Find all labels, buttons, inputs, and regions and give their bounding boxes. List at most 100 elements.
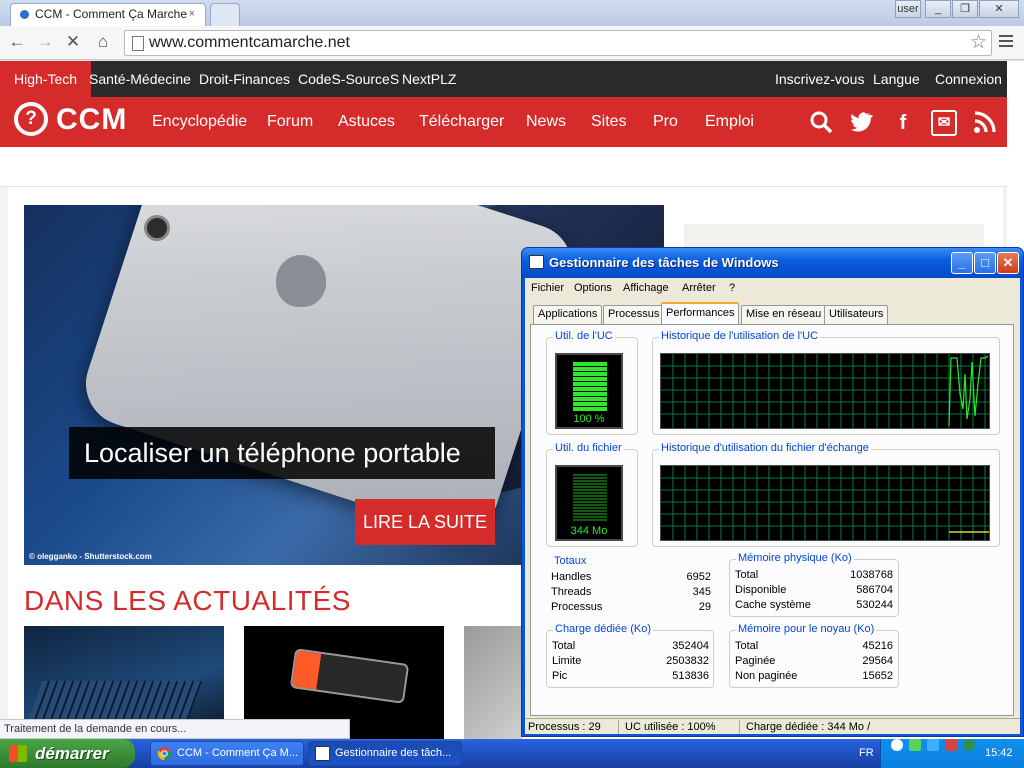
security-tray-icon[interactable]	[945, 739, 957, 751]
home-icon[interactable]: ⌂	[92, 31, 114, 53]
cpu-usage-label: Util. de l'UC	[553, 330, 615, 342]
nav-codes-sources[interactable]: CodeS-SourceS	[298, 61, 399, 97]
kernel-memory-title: Mémoire pour le noyau (Ko)	[736, 623, 877, 635]
rss-icon[interactable]	[972, 110, 998, 136]
email-icon[interactable]: ✉	[931, 110, 957, 136]
nav-emploi[interactable]: Emploi	[705, 97, 754, 147]
loading-status-bubble: Traitement de la demande en cours...	[0, 719, 350, 739]
commit-charge-title: Charge dédiée (Ko)	[553, 623, 654, 635]
app-tray-icon[interactable]	[963, 739, 975, 751]
twitter-icon[interactable]	[849, 110, 875, 136]
taskbar-item-chrome-label: CCM - Comment Ça M...	[177, 747, 299, 759]
search-icon[interactable]	[808, 110, 834, 136]
read-more-button[interactable]: LIRE LA SUITE	[355, 499, 495, 545]
kernel-row-paginee: Paginée 29564	[735, 655, 893, 667]
pagefile-usage-value: 344 Mo	[570, 525, 608, 537]
close-browser-button[interactable]: ✕	[979, 0, 1019, 18]
windows-taskbar: démarrer CCM - Comment Ça M... Gestionna…	[0, 739, 1024, 768]
start-button[interactable]: démarrer	[0, 739, 135, 768]
nav-forum[interactable]: Forum	[267, 97, 313, 147]
hero-phone-camera	[144, 215, 170, 241]
menu-fichier[interactable]: Fichier	[531, 279, 564, 297]
nav-high-tech[interactable]: High-Tech	[0, 61, 92, 97]
pagefile-usage-label: Util. du fichier	[553, 442, 624, 454]
restore-button[interactable]: ❐	[952, 0, 978, 18]
stop-loading-icon[interactable]: ✕	[62, 31, 84, 53]
cpu-usage-meter: 100 %	[555, 353, 623, 429]
nav-droit-finances[interactable]: Droit-Finances	[199, 61, 290, 97]
nav-encyclopedie[interactable]: Encyclopédie	[152, 97, 247, 147]
ccm-top-bar: High-Tech Santé-Médecine Droit-Finances …	[0, 61, 1007, 97]
minimize-button[interactable]: _	[925, 0, 951, 18]
tm-minimize-button[interactable]: _	[951, 252, 973, 274]
tab-close-icon[interactable]: ×	[189, 4, 195, 25]
tm-maximize-button[interactable]: □	[974, 252, 996, 274]
task-manager-icon	[529, 255, 544, 269]
nav-telecharger[interactable]: Télécharger	[419, 97, 504, 147]
physical-memory-title: Mémoire physique (Ko)	[736, 552, 854, 564]
taskbar-item-chrome[interactable]: CCM - Comment Ça M...	[150, 741, 304, 766]
tab-processus[interactable]: Processus	[603, 305, 665, 324]
back-tray-icon[interactable]	[891, 739, 903, 751]
totals-title: Totaux	[552, 555, 589, 567]
language-link[interactable]: Langue	[873, 61, 920, 97]
cpu-usage-value: 100 %	[573, 413, 605, 425]
hero-title[interactable]: Localiser un téléphone portable	[69, 427, 495, 479]
news-thumbnail-device[interactable]	[464, 626, 522, 739]
menu-arreter[interactable]: Arrêter	[682, 279, 716, 297]
status-processes: Processus : 29	[528, 721, 601, 733]
network-tray-icon[interactable]	[909, 739, 921, 751]
kernel-memory-group: Mémoire pour le noyau (Ko) Total 45216 Pa…	[729, 623, 899, 688]
totals-group: Totaux Handles 6952 Threads 345 Processus 2…	[546, 555, 714, 617]
task-manager-title: Gestionnaire des tâches de Windows	[549, 255, 779, 270]
kernel-row-non-paginee: Non paginée 15652	[735, 670, 893, 682]
address-bar[interactable]: ☆	[124, 30, 992, 56]
physical-memory-group: Mémoire physique (Ko) Total 1038768 Dispo…	[729, 552, 899, 617]
tm-close-button[interactable]: ✕	[997, 252, 1019, 274]
task-manager-statusbar: Processus : 29 UC utilisée : 100% Charge…	[525, 718, 1020, 734]
back-arrow-icon[interactable]: ←	[6, 31, 28, 53]
new-tab-button[interactable]	[210, 3, 240, 26]
nav-sante-medecine[interactable]: Santé-Médecine	[89, 61, 191, 97]
windows-logo-icon	[9, 745, 27, 762]
pagefile-usage-meter: 344 Mo	[555, 465, 623, 541]
nav-astuces[interactable]: Astuces	[338, 97, 395, 147]
totals-row-processus: Processus 29	[551, 601, 711, 613]
totals-row-threads: Threads 345	[551, 586, 711, 598]
menu-options[interactable]: Options	[574, 279, 612, 297]
browser-menu-icon[interactable]	[996, 32, 1016, 52]
tab-applications[interactable]: Applications	[533, 305, 603, 324]
ad-strip	[0, 147, 1007, 187]
physical-row-disponible: Disponible 586704	[735, 584, 893, 596]
pagefile-history-label: Historique d'utilisation du fichier d'éc…	[659, 442, 871, 454]
pagefile-history-group: Historique d'utilisation du fichier d'éc…	[652, 442, 1000, 547]
login-link[interactable]: Connexion	[935, 61, 1002, 97]
tab-utilisateurs[interactable]: Utilisateurs	[824, 305, 889, 324]
nav-news[interactable]: News	[526, 97, 566, 147]
task-manager-titlebar[interactable]: Gestionnaire des tâches de Windows _ □ ✕	[522, 248, 1023, 278]
user-profile-icon[interactable]: user	[895, 0, 921, 18]
facebook-icon[interactable]: f	[890, 110, 916, 136]
menu-help[interactable]: ?	[729, 279, 735, 297]
tab-mise-en-reseau[interactable]: Mise en réseau	[741, 305, 827, 324]
signup-link[interactable]: Inscrivez-vous	[775, 61, 864, 97]
menu-affichage[interactable]: Affichage	[623, 279, 669, 297]
cpu-history-label: Historique de l'utilisation de l'UC	[659, 330, 821, 342]
url-input[interactable]	[149, 32, 969, 54]
browser-tab-ccm[interactable]: CCM - Comment Ça Marche ×	[10, 3, 206, 26]
nav-sites[interactable]: Sites	[591, 97, 627, 147]
tab-performances[interactable]: Performances	[661, 302, 740, 325]
forward-arrow-icon[interactable]: →	[34, 31, 56, 53]
task-manager-window: Gestionnaire des tâches de Windows _ □ ✕…	[521, 247, 1024, 737]
cpu-history-graph	[660, 353, 990, 429]
taskbar-item-task-manager[interactable]: Gestionnaire des tâch...	[308, 741, 462, 766]
nav-nextplz[interactable]: NextPLZ	[402, 61, 456, 97]
commit-row-pic: Pic 513836	[552, 670, 709, 682]
browser-tabstrip: CCM - Comment Ça Marche × user _ ❐ ✕	[0, 0, 1024, 26]
screen: CCM - Comment Ça Marche × user _ ❐ ✕ ← →…	[0, 0, 1024, 768]
wifi-tray-icon[interactable]	[927, 739, 939, 751]
bookmark-star-icon[interactable]: ☆	[970, 31, 987, 55]
language-indicator[interactable]: FR	[859, 739, 874, 768]
nav-pro[interactable]: Pro	[653, 97, 678, 147]
pagefile-history-graph	[660, 465, 990, 541]
